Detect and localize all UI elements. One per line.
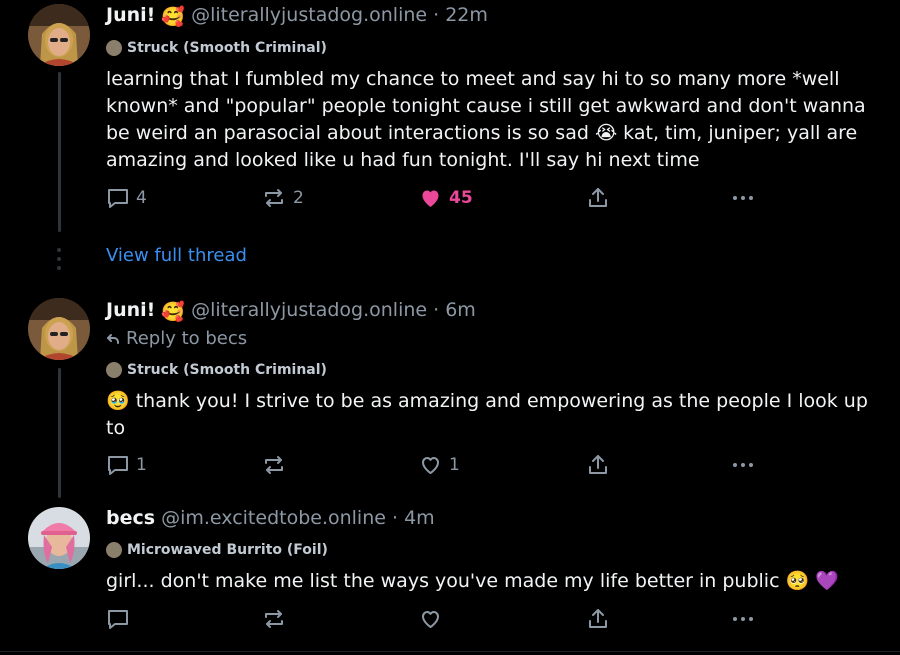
share-button[interactable] (586, 606, 610, 632)
post-2[interactable]: Juni! 🥰 @literallyjustadog.online · 6m R… (0, 290, 900, 500)
reply-count: 1 (136, 455, 147, 475)
avatar-juni[interactable] (28, 298, 90, 360)
like-button[interactable]: 1 (418, 452, 460, 478)
label-text: Microwaved Burrito (Foil) (127, 542, 328, 558)
reply-to-text: Reply to becs (126, 328, 248, 349)
like-button[interactable]: 45 (418, 185, 473, 211)
share-button[interactable] (586, 185, 610, 211)
handle[interactable]: @im.excitedtobe.online (161, 507, 386, 529)
post-text: 🥹 thank you! I strive to be as amazing a… (106, 390, 868, 439)
reply-icon (108, 610, 128, 629)
smiling-hearts-emoji-icon: 🥰 (161, 6, 186, 28)
post-header: Juni! 🥰 @literallyjustadog.online · 22m (106, 3, 488, 29)
reply-button[interactable]: 1 (106, 452, 147, 478)
heart-outline-icon (422, 611, 439, 628)
thread-ellipsis-dots (57, 248, 61, 275)
reply-icon (108, 456, 128, 475)
reply-icon (108, 189, 128, 208)
handle[interactable]: @literallyjustadog.online (191, 299, 427, 321)
post-header: Juni! 🥰 @literallyjustadog.online · 6m (106, 298, 476, 324)
feed-divider (0, 651, 900, 652)
repost-icon (265, 189, 283, 207)
reply-to-indicator[interactable]: Reply to becs (106, 328, 247, 350)
profile-label[interactable]: Struck (Smooth Criminal) (106, 39, 327, 57)
display-name[interactable]: becs (106, 507, 155, 529)
post-3[interactable]: becs @im.excitedtobe.online · 4m Microwa… (0, 500, 900, 650)
more-options-button[interactable] (730, 606, 756, 632)
reply-count: 4 (136, 188, 147, 208)
post-text: learning that I fumbled my chance to mee… (106, 68, 866, 171)
share-button[interactable] (586, 452, 610, 478)
post-1[interactable]: Juni! 🥰 @literallyjustadog.online · 22m … (0, 0, 900, 235)
profile-label[interactable]: Microwaved Burrito (Foil) (106, 541, 328, 559)
repost-button[interactable] (261, 606, 293, 632)
reply-button[interactable] (106, 606, 136, 632)
label-text: Struck (Smooth Criminal) (127, 40, 327, 56)
like-button[interactable] (418, 606, 449, 632)
label-text: Struck (Smooth Criminal) (127, 362, 327, 378)
share-icon (589, 188, 607, 207)
reply-arrow-icon (107, 334, 119, 344)
post-actions: 1 1 (106, 452, 766, 478)
repost-icon (265, 456, 283, 474)
more-options-button[interactable] (730, 185, 756, 211)
profile-label[interactable]: Struck (Smooth Criminal) (106, 361, 327, 379)
avatar-becs[interactable] (28, 507, 90, 569)
like-count: 45 (449, 188, 473, 208)
avatar-juni[interactable] (28, 4, 90, 66)
post-text: girl... don't make me list the ways you'… (106, 570, 839, 592)
handle[interactable]: @literallyjustadog.online (191, 4, 427, 26)
reply-button[interactable]: 4 (106, 185, 147, 211)
heart-filled-icon (422, 190, 439, 207)
timestamp[interactable]: · 22m (433, 4, 488, 26)
repost-count: 2 (293, 188, 304, 208)
post-actions (106, 606, 766, 632)
timestamp[interactable]: · 4m (392, 507, 435, 529)
display-name[interactable]: Juni! (106, 4, 155, 26)
thread-line (58, 72, 61, 232)
display-name[interactable]: Juni! (106, 299, 155, 321)
view-full-thread-link[interactable]: View full thread (106, 245, 247, 267)
like-count: 1 (449, 455, 460, 475)
smiling-hearts-emoji-icon: 🥰 (161, 301, 186, 323)
more-dots-icon (733, 196, 753, 200)
label-badge-icon (106, 362, 122, 378)
label-badge-icon (106, 542, 122, 558)
repost-button[interactable] (261, 452, 293, 478)
repost-icon (265, 610, 283, 628)
post-header: becs @im.excitedtobe.online · 4m (106, 506, 435, 530)
timestamp[interactable]: · 6m (433, 299, 476, 321)
heart-outline-icon (422, 457, 439, 474)
more-options-button[interactable] (730, 452, 756, 478)
more-dots-icon (733, 617, 753, 621)
thread-line (58, 368, 61, 498)
more-dots-icon (733, 463, 753, 467)
share-icon (589, 609, 607, 628)
label-badge-icon (106, 40, 122, 56)
repost-button[interactable]: 2 (261, 185, 304, 211)
share-icon (589, 455, 607, 474)
post-actions: 4 2 45 (106, 185, 766, 211)
